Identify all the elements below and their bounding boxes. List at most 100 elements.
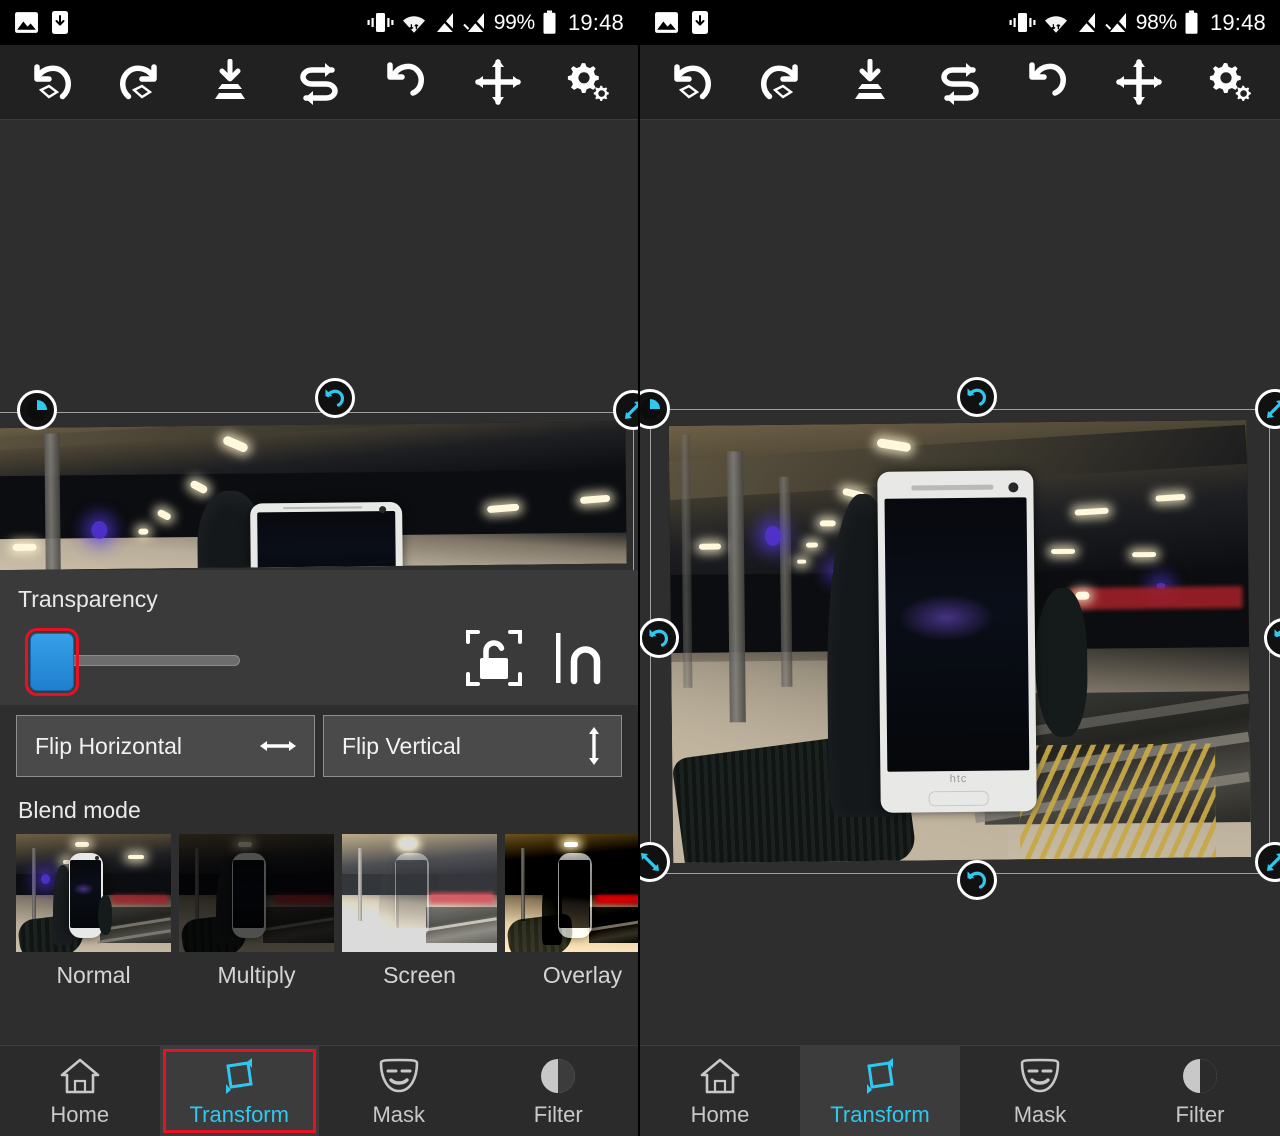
flatten-layers-icon bbox=[855, 59, 886, 99]
blend-mode-caption: Multiply bbox=[217, 962, 296, 988]
photo-train-red-stripe bbox=[1069, 586, 1243, 610]
photo-pillar bbox=[44, 433, 61, 570]
handle-middle-left[interactable] bbox=[640, 618, 679, 658]
handle-top-center[interactable] bbox=[957, 377, 997, 417]
swap-layers-button[interactable] bbox=[288, 51, 350, 113]
handle-top-left[interactable] bbox=[640, 389, 670, 429]
download-icon bbox=[692, 11, 708, 34]
photo-train-red bbox=[594, 894, 638, 904]
rotate-reset-icon bbox=[387, 62, 425, 96]
editor-canvas[interactable]: htc bbox=[640, 120, 1280, 1045]
photo-pillar bbox=[357, 848, 362, 922]
handle-middle-right[interactable] bbox=[1264, 618, 1280, 658]
resize-diagonal-icon bbox=[1267, 400, 1280, 418]
photo-phone-screen bbox=[559, 859, 591, 928]
resize-diagonal-icon bbox=[641, 853, 659, 871]
transparency-section: Transparency bbox=[0, 570, 638, 705]
reset-button[interactable] bbox=[1019, 51, 1081, 113]
blend-thumb-normal[interactable] bbox=[16, 834, 171, 952]
transparency-slider[interactable] bbox=[18, 627, 462, 696]
flatten-layers-icon bbox=[214, 59, 245, 99]
nav-label-mask: Mask bbox=[372, 1102, 426, 1127]
nav-item-mask[interactable]: Mask bbox=[319, 1046, 479, 1136]
snap-to-edge-button[interactable] bbox=[552, 627, 610, 694]
clock-label: 19:48 bbox=[1209, 9, 1266, 35]
flatten-button[interactable] bbox=[199, 51, 261, 113]
status-system-icons: 99% 19:48 bbox=[367, 10, 624, 36]
photo-train-red bbox=[275, 895, 331, 904]
photo-train-red bbox=[428, 893, 494, 904]
layer-photo-background[interactable] bbox=[0, 421, 627, 571]
nav-label-home: Home bbox=[50, 1102, 110, 1127]
photo-blue-sign bbox=[40, 874, 50, 885]
photo-pillar bbox=[194, 848, 199, 922]
home-icon bbox=[699, 1054, 741, 1098]
flip-horizontal-button[interactable]: Flip Horizontal bbox=[16, 715, 315, 777]
contrast-icon bbox=[1181, 1054, 1219, 1098]
blend-mode-label: Blend mode bbox=[18, 797, 141, 823]
undo-layer-button[interactable] bbox=[660, 51, 722, 113]
rotate-icon bbox=[967, 871, 987, 889]
photo-phone-screen bbox=[256, 510, 396, 571]
photo-pillar bbox=[520, 848, 525, 922]
photo-phone bbox=[249, 501, 403, 571]
bottom-navigation: Home Transform Mask Filter bbox=[0, 1045, 638, 1136]
reset-button[interactable] bbox=[377, 51, 439, 113]
blend-thumb-screen[interactable] bbox=[342, 834, 497, 952]
handle-bottom-right[interactable] bbox=[1255, 842, 1280, 882]
move-button[interactable] bbox=[1108, 51, 1170, 113]
handle-top-center[interactable] bbox=[315, 378, 355, 418]
handle-top-right[interactable] bbox=[1255, 389, 1280, 429]
handle-top-left[interactable] bbox=[17, 390, 57, 430]
photo-ceiling-lamp bbox=[819, 520, 837, 527]
flip-vertical-button[interactable]: Flip Vertical bbox=[323, 715, 622, 777]
nav-item-filter[interactable]: Filter bbox=[1120, 1046, 1280, 1136]
swap-layers-button[interactable] bbox=[929, 51, 991, 113]
aspect-unlock-button[interactable] bbox=[462, 626, 526, 695]
nav-item-mask[interactable]: Mask bbox=[960, 1046, 1120, 1136]
flatten-button[interactable] bbox=[839, 51, 901, 113]
photo-lamp bbox=[237, 842, 252, 848]
nav-item-filter[interactable]: Filter bbox=[479, 1046, 639, 1136]
editor-toolbar bbox=[0, 45, 638, 120]
screenshot-left: 99% 19:48 Transparency Flip Horizontal F… bbox=[0, 0, 640, 1136]
battery-full-icon bbox=[1185, 10, 1198, 34]
image-icon bbox=[655, 12, 678, 33]
photo-train-red bbox=[112, 895, 168, 904]
arrow-horizontal-icon bbox=[260, 741, 296, 751]
transparency-slider-thumb[interactable] bbox=[25, 628, 79, 696]
blend-mode-option-screen[interactable]: Screen bbox=[342, 834, 497, 989]
layer-photo-foreground[interactable]: htc bbox=[668, 419, 1252, 864]
handle-bottom-left[interactable] bbox=[640, 842, 670, 882]
blend-thumb-overlay[interactable] bbox=[505, 834, 638, 952]
photo-phone-screen-glow bbox=[897, 593, 995, 643]
nav-item-transform[interactable]: Transform bbox=[159, 1046, 319, 1136]
handle-bottom-center[interactable] bbox=[957, 860, 997, 900]
photo-phone-screen bbox=[233, 859, 265, 928]
battery-percent-label: 99% bbox=[493, 10, 535, 34]
settings-button[interactable] bbox=[556, 51, 618, 113]
photo-tactile-paving bbox=[1018, 743, 1217, 860]
photo-phone bbox=[231, 852, 266, 938]
redo-layer-button[interactable] bbox=[109, 51, 171, 113]
photo-ceiling-lamp bbox=[805, 542, 818, 548]
dual-screenshot-comparison: 99% 19:48 Transparency Flip Horizontal F… bbox=[0, 0, 1280, 1136]
nav-item-home[interactable]: Home bbox=[640, 1046, 800, 1136]
transparency-row bbox=[18, 626, 620, 696]
move-arrows-icon bbox=[1116, 59, 1163, 105]
settings-button[interactable] bbox=[1198, 51, 1260, 113]
photo-lamp bbox=[74, 842, 89, 848]
blend-mode-option-normal[interactable]: Normal bbox=[16, 834, 171, 989]
nav-item-home[interactable]: Home bbox=[0, 1046, 160, 1136]
nav-item-transform[interactable]: Transform bbox=[800, 1046, 960, 1136]
blend-mode-caption: Overlay bbox=[542, 962, 623, 988]
move-button[interactable] bbox=[467, 51, 529, 113]
photo-phone bbox=[394, 852, 429, 938]
undo-layer-button[interactable] bbox=[20, 51, 82, 113]
editor-toolbar bbox=[640, 45, 1280, 120]
blend-mode-option-multiply[interactable]: Multiply bbox=[179, 834, 334, 989]
redo-layer-button[interactable] bbox=[750, 51, 812, 113]
blend-mode-option-overlay[interactable]: Overlay bbox=[505, 834, 638, 989]
blend-thumb-multiply[interactable] bbox=[179, 834, 334, 952]
blend-mode-caption: Screen bbox=[383, 962, 456, 988]
